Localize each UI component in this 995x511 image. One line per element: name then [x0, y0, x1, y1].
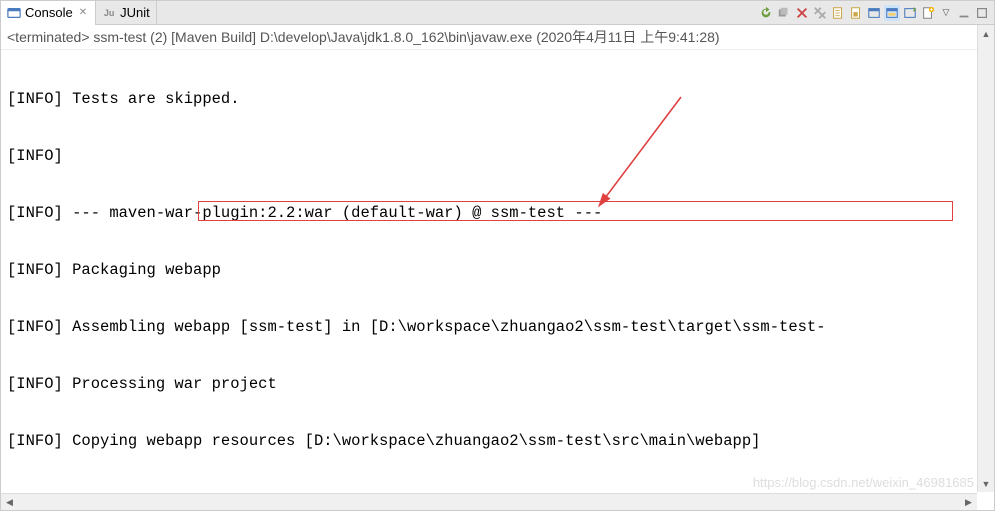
new-console-icon[interactable]: [920, 5, 936, 21]
minimize-icon[interactable]: [956, 5, 972, 21]
console-icon: [7, 6, 21, 20]
scroll-up-icon[interactable]: ▲: [978, 25, 994, 42]
tab-junit[interactable]: Ju JUnit: [96, 1, 157, 25]
maximize-icon[interactable]: [974, 5, 990, 21]
remove-all-icon[interactable]: [776, 5, 792, 21]
pin-console-icon[interactable]: [866, 5, 882, 21]
console-line: [INFO]: [7, 147, 988, 166]
terminated-status: <terminated>: [7, 29, 90, 45]
terminated-name: ssm-test (2) [Maven Build]: [93, 29, 256, 45]
vertical-scrollbar[interactable]: ▲ ▼: [977, 25, 994, 492]
scroll-down-icon[interactable]: ▼: [978, 475, 994, 492]
terminate-icon[interactable]: [794, 5, 810, 21]
console-line: [INFO] Processing war project: [7, 375, 988, 394]
tab-console[interactable]: Console ✕: [1, 1, 96, 25]
console-line: [INFO] Tests are skipped.: [7, 90, 988, 109]
console-line: [INFO] Packaging webapp: [7, 261, 988, 280]
terminated-path: D:\develop\Java\jdk1.8.0_162\bin\javaw.e…: [260, 29, 532, 45]
tab-bar: Console ✕ Ju JUnit ▽: [1, 1, 994, 25]
refresh-icon[interactable]: [758, 5, 774, 21]
tab-junit-label: JUnit: [120, 5, 150, 20]
console-line: [INFO] Assembling webapp [ssm-test] in […: [7, 318, 988, 337]
open-console-icon[interactable]: [902, 5, 918, 21]
display-selected-icon[interactable]: [884, 5, 900, 21]
clear-console-icon[interactable]: [830, 5, 846, 21]
console-output[interactable]: [INFO] Tests are skipped. [INFO] [INFO] …: [1, 50, 994, 490]
tab-console-label: Console: [25, 5, 73, 20]
horizontal-scrollbar[interactable]: ◀ ▶: [1, 493, 977, 510]
scroll-lock-icon[interactable]: [848, 5, 864, 21]
scroll-left-icon[interactable]: ◀: [1, 497, 18, 508]
scroll-right-icon[interactable]: ▶: [960, 497, 977, 508]
view-menu-icon[interactable]: ▽: [938, 5, 954, 21]
terminated-header: <terminated> ssm-test (2) [Maven Build] …: [1, 25, 994, 50]
terminated-timestamp: (2020年4月11日 上午9:41:28): [536, 29, 719, 45]
console-line: [INFO] Copying webapp resources [D:\work…: [7, 432, 988, 451]
junit-icon: Ju: [102, 6, 116, 20]
tab-console-close-icon[interactable]: ✕: [77, 7, 89, 18]
terminate-all-icon[interactable]: [812, 5, 828, 21]
console-line: [INFO] --- maven-war-plugin:2.2:war (def…: [7, 204, 988, 223]
console-toolbar: ▽: [754, 5, 994, 21]
console-line: [INFO] Webapp assembled in [794 msecs]: [7, 489, 988, 490]
